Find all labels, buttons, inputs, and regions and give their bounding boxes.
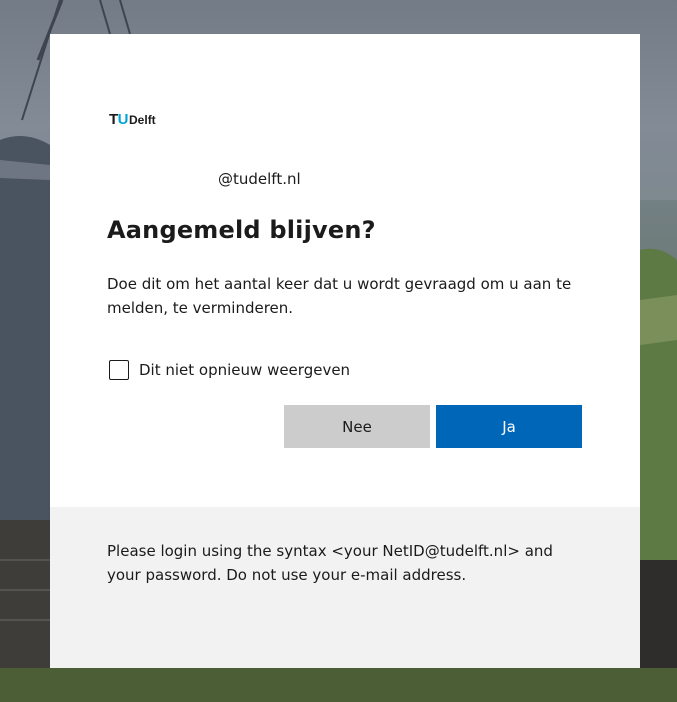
account-identity: @tudelft.nl	[218, 170, 301, 188]
logo-tu-mark: TU	[109, 111, 129, 128]
sign-in-card: TU Delft @tudelft.nl Aangemeld blijven? …	[50, 34, 640, 668]
logo-u: U	[117, 111, 129, 128]
dont-show-again-label[interactable]: Dit niet opnieuw weergeven	[139, 361, 350, 379]
page-title: Aangemeld blijven?	[107, 216, 376, 244]
info-footer: Please login using the syntax <your NetI…	[50, 507, 640, 668]
logo-delft-text: Delft	[129, 113, 156, 127]
page-description: Doe dit om het aantal keer dat u wordt g…	[107, 275, 572, 317]
footer-text: Please login using the syntax <your NetI…	[107, 542, 553, 584]
tudelft-logo: TU Delft	[109, 106, 156, 128]
dont-show-again-checkbox[interactable]	[109, 360, 129, 380]
yes-button[interactable]: Ja	[436, 405, 582, 448]
dont-show-again-option[interactable]: Dit niet opnieuw weergeven	[109, 360, 350, 380]
no-button[interactable]: Nee	[284, 405, 430, 448]
logo-t: T	[109, 111, 118, 128]
